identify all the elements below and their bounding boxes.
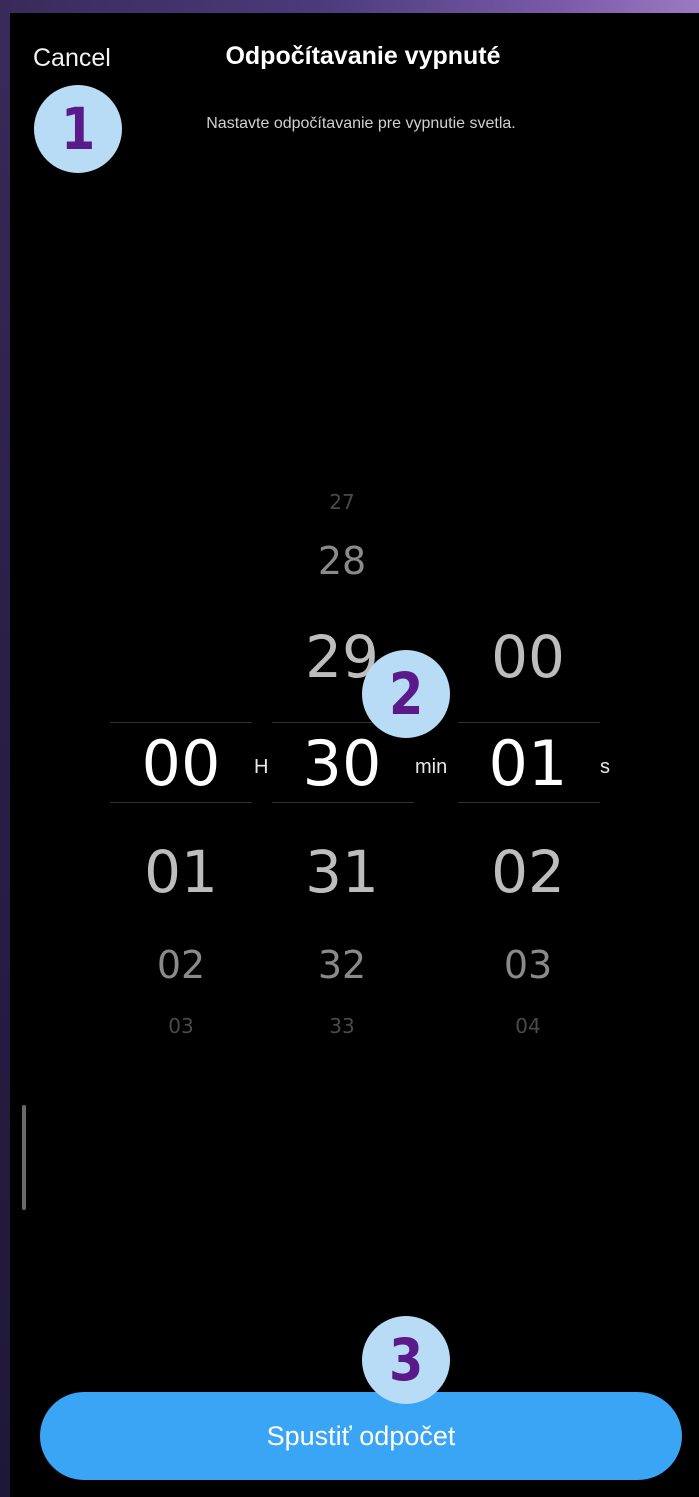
seconds-option[interactable]: 04	[458, 1016, 598, 1036]
seconds-option[interactable]: 03	[458, 946, 598, 984]
window-frame-top	[0, 0, 699, 13]
hours-selected-value[interactable]: 00	[111, 733, 251, 795]
hours-option[interactable]: 02	[111, 946, 251, 984]
hours-selection-line-top	[110, 722, 252, 723]
minutes-unit-label: min	[415, 756, 448, 778]
hours-unit-label: H	[254, 756, 269, 778]
start-countdown-button[interactable]: Spustiť odpočet	[40, 1392, 682, 1480]
scrollbar[interactable]	[22, 1105, 26, 1210]
page-title: Odpočítavanie vypnuté	[225, 42, 501, 70]
window-frame-left	[0, 0, 10, 1497]
minutes-option[interactable]: 32	[272, 946, 412, 984]
seconds-option[interactable]: 00	[458, 628, 598, 686]
seconds-selection-line-top	[458, 722, 600, 723]
minutes-selected-value[interactable]: 30	[272, 733, 412, 795]
hours-option[interactable]: 01	[111, 843, 251, 901]
annotation-badge-1-number: 1	[60, 95, 96, 163]
seconds-selected-value[interactable]: 01	[458, 733, 598, 795]
annotation-badge-3-number: 3	[388, 1326, 424, 1394]
minutes-option[interactable]: 28	[272, 542, 412, 580]
minutes-option[interactable]: 31	[272, 843, 412, 901]
hours-selection-line-bottom	[110, 802, 252, 803]
minutes-option[interactable]: 27	[272, 492, 412, 512]
minutes-option[interactable]: 33	[272, 1016, 412, 1036]
minutes-selection-line-bottom	[272, 802, 414, 803]
annotation-badge-2: 2	[362, 650, 450, 738]
seconds-selection-line-bottom	[458, 802, 600, 803]
annotation-badge-2-number: 2	[388, 660, 424, 728]
seconds-unit-label: s	[600, 756, 610, 778]
hours-option[interactable]: 03	[111, 1016, 251, 1036]
annotation-badge-1: 1	[34, 85, 122, 173]
annotation-badge-3: 3	[362, 1316, 450, 1404]
seconds-option[interactable]: 02	[458, 843, 598, 901]
